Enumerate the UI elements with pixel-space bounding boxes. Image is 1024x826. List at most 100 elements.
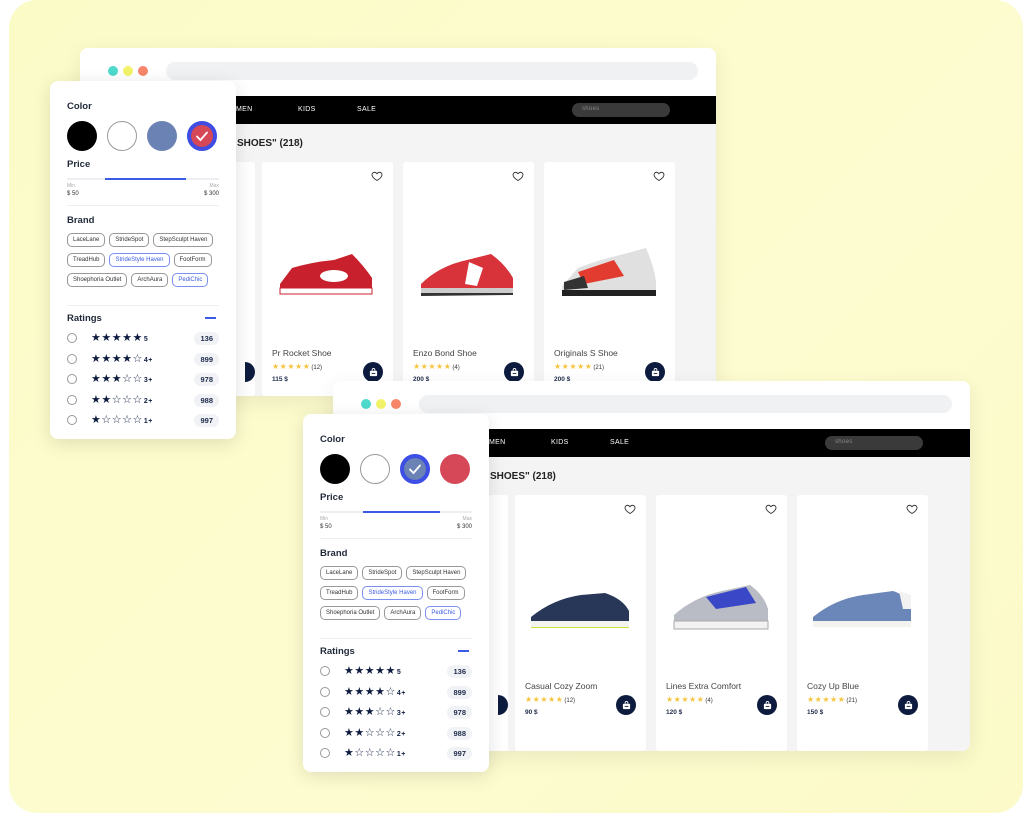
product-card[interactable]: Enzo Bond Shoe ★★★★★(4) 200 $ [403, 162, 534, 396]
color-swatch-white[interactable] [360, 454, 390, 484]
brand-chip[interactable]: StrideSpot [362, 566, 403, 580]
rating-radio[interactable] [320, 707, 330, 717]
rating-radio[interactable] [320, 686, 330, 697]
color-swatch-black[interactable] [320, 454, 350, 484]
nav-men[interactable]: MEN [489, 439, 505, 446]
nav-kids[interactable]: KIDS [298, 106, 316, 113]
product-name[interactable]: Lines Extra Comfort [666, 681, 741, 691]
brand-chip[interactable]: ArchAura [131, 273, 169, 287]
add-to-cart-button[interactable] [363, 362, 383, 382]
rating-option[interactable]: ★★★★★5 136 [320, 664, 472, 678]
add-to-cart-button[interactable] [898, 695, 918, 715]
cart-button[interactable] [498, 695, 508, 715]
add-to-cart-button[interactable] [645, 362, 665, 382]
nav-sale[interactable]: SALE [357, 106, 376, 113]
red-running-shoe-image[interactable] [413, 232, 523, 312]
heart-icon[interactable] [624, 503, 636, 515]
heart-icon[interactable] [653, 170, 665, 182]
rating-option[interactable]: ★★★★☆4+ 899 [320, 685, 472, 699]
window-dot-orange[interactable] [138, 66, 148, 76]
brand-chip[interactable]: StepSculpt Haven [406, 566, 467, 580]
rating-option[interactable]: ★☆☆☆☆1+ 997 [67, 413, 219, 427]
heart-icon[interactable] [512, 170, 524, 182]
add-to-cart-button[interactable] [504, 362, 524, 382]
color-swatch-red[interactable] [440, 454, 470, 484]
price-range-fill[interactable] [105, 178, 186, 180]
product-card[interactable]: Lines Extra Comfort ★★★★★(4) 120 $ [656, 495, 787, 751]
window-dot-teal[interactable] [361, 399, 371, 409]
collapse-ratings-icon[interactable] [205, 317, 216, 319]
product-card-partial[interactable] [488, 495, 508, 751]
rating-option[interactable]: ★★★★☆4+ 899 [67, 352, 219, 366]
color-swatch-blue[interactable] [147, 121, 177, 151]
rating-radio[interactable] [320, 727, 330, 738]
rating-option[interactable]: ★★★☆☆3+ 978 [67, 372, 219, 386]
brand-chip[interactable]: ArchAura [384, 606, 422, 620]
heart-icon[interactable] [371, 170, 383, 182]
red-grey-trail-shoe-image[interactable] [554, 232, 664, 312]
add-to-cart-button[interactable] [757, 695, 777, 715]
silver-blue-runner-image[interactable] [666, 565, 776, 645]
red-white-sneaker-image[interactable] [272, 232, 382, 312]
rating-radio[interactable] [320, 748, 330, 758]
rating-radio[interactable] [320, 666, 330, 676]
cart-button[interactable] [245, 362, 255, 382]
rating-radio[interactable] [67, 394, 77, 405]
brand-chip[interactable]: LaceLane [67, 233, 106, 247]
rating-option[interactable]: ★★★☆☆3+ 978 [320, 705, 472, 719]
price-range-fill[interactable] [362, 511, 441, 513]
product-card-partial[interactable] [235, 162, 255, 396]
window-dot-yellow[interactable] [123, 66, 133, 76]
brand-chip[interactable]: FootForm [426, 586, 465, 600]
brand-chip[interactable]: TreadHub [320, 586, 359, 600]
rating-option[interactable]: ★★★★★5 136 [67, 331, 219, 345]
nav-men[interactable]: MEN [236, 106, 252, 113]
product-name[interactable]: Pr Rocket Shoe [272, 348, 332, 358]
nav-kids[interactable]: KIDS [551, 439, 569, 446]
address-bar[interactable] [419, 395, 952, 413]
color-swatch-white[interactable] [107, 121, 137, 151]
rating-radio[interactable] [67, 415, 77, 425]
address-bar[interactable] [166, 62, 698, 80]
brand-chip[interactable]: PediChic [172, 273, 209, 287]
product-card[interactable]: Casual Cozy Zoom ★★★★★(12) 90 $ [515, 495, 646, 751]
collapse-ratings-icon[interactable] [458, 650, 469, 652]
rating-radio[interactable] [67, 374, 77, 384]
search-input[interactable]: shoes [572, 103, 670, 117]
rating-radio[interactable] [67, 333, 77, 343]
brand-chip[interactable]: StepSculpt Haven [153, 233, 214, 247]
color-swatch-red[interactable] [187, 121, 217, 151]
rating-option[interactable]: ★★☆☆☆2+ 988 [320, 726, 472, 740]
heart-icon[interactable] [765, 503, 777, 515]
product-name[interactable]: Originals S Shoe [554, 348, 618, 358]
brand-chip[interactable]: Shoephoria Outlet [67, 273, 128, 287]
heart-icon[interactable] [906, 503, 918, 515]
window-dot-yellow[interactable] [376, 399, 386, 409]
brand-chip[interactable]: LaceLane [320, 566, 359, 580]
rating-option[interactable]: ★★☆☆☆2+ 988 [67, 393, 219, 407]
brand-chip[interactable]: StrideStyle Haven [362, 586, 423, 600]
brand-chip[interactable]: TreadHub [67, 253, 106, 267]
brand-chip[interactable]: PediChic [425, 606, 462, 620]
color-swatch-blue[interactable] [400, 454, 430, 484]
product-name[interactable]: Enzo Bond Shoe [413, 348, 477, 358]
window-dot-orange[interactable] [391, 399, 401, 409]
brand-chip[interactable]: Shoephoria Outlet [320, 606, 381, 620]
add-to-cart-button[interactable] [616, 695, 636, 715]
brand-chip[interactable]: StrideSpot [109, 233, 150, 247]
navy-canvas-sneaker-image[interactable] [525, 565, 635, 645]
brand-chip[interactable]: StrideStyle Haven [109, 253, 170, 267]
brand-chip[interactable]: FootForm [173, 253, 212, 267]
product-name[interactable]: Casual Cozy Zoom [525, 681, 597, 691]
rating-option[interactable]: ★☆☆☆☆1+ 997 [320, 746, 472, 760]
color-swatch-black[interactable] [67, 121, 97, 151]
nav-sale[interactable]: SALE [610, 439, 629, 446]
product-name[interactable]: Cozy Up Blue [807, 681, 859, 691]
product-card[interactable]: Originals S Shoe ★★★★★(21) 200 $ [544, 162, 675, 396]
product-card[interactable]: Pr Rocket Shoe ★★★★★(12) 115 $ [262, 162, 393, 396]
light-blue-sneaker-image[interactable] [807, 565, 917, 645]
product-card[interactable]: Cozy Up Blue ★★★★★(21) 150 $ [797, 495, 928, 751]
rating-radio[interactable] [67, 353, 77, 364]
search-input[interactable]: shoes [825, 436, 923, 450]
price-slider[interactable] [67, 178, 219, 180]
